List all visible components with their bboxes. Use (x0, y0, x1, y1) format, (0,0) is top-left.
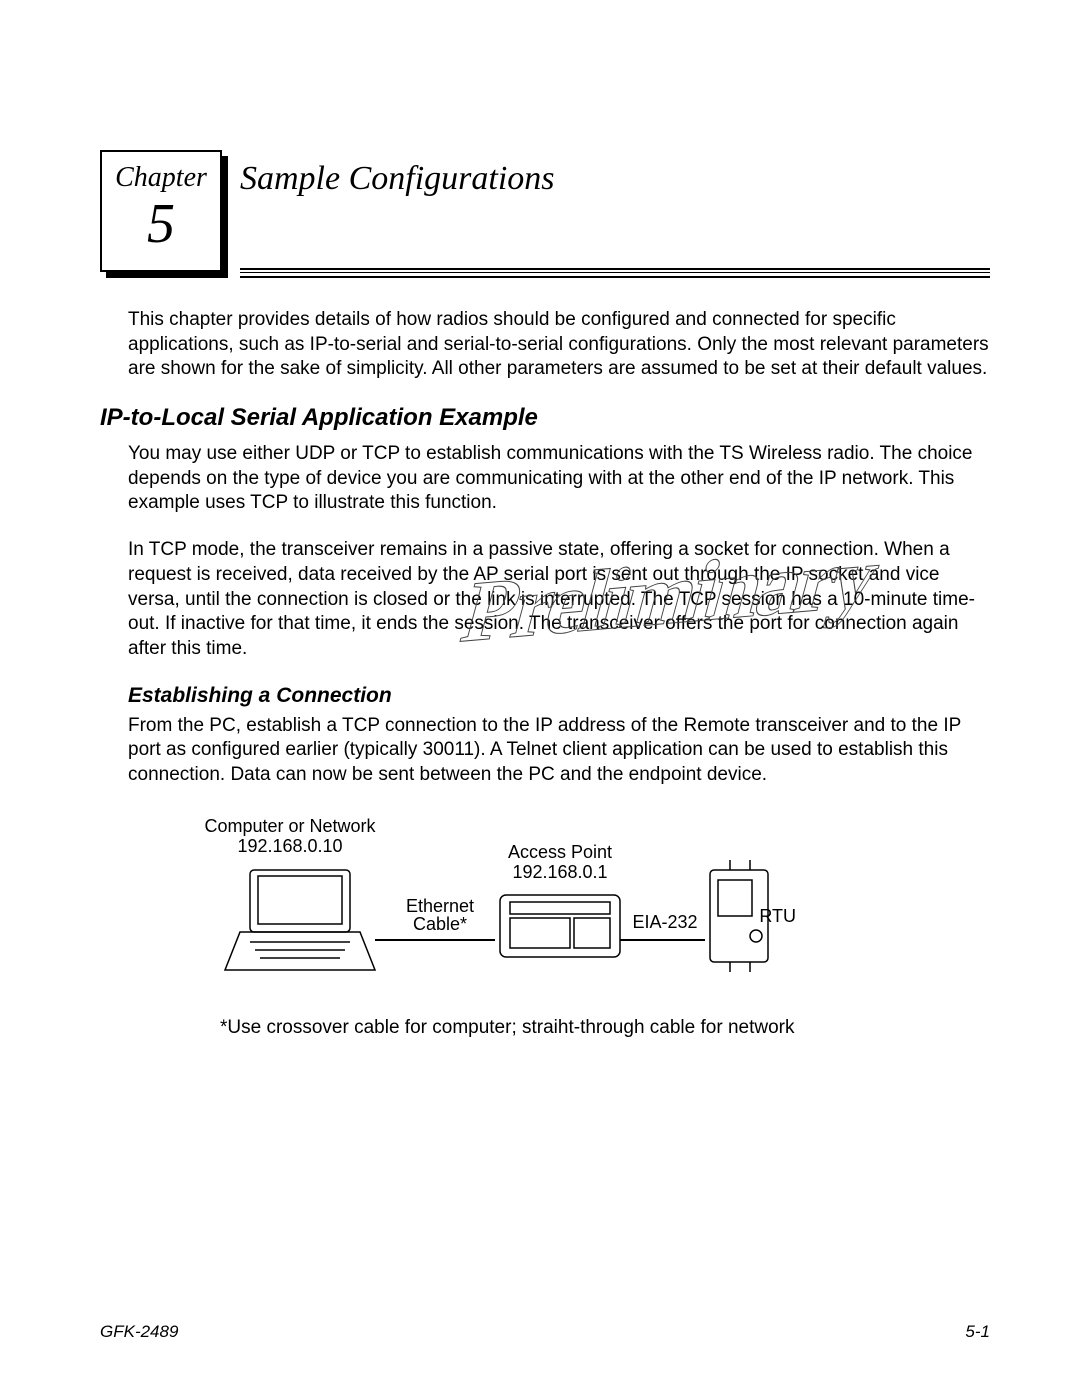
access-point-icon (500, 895, 620, 957)
computer-label: Computer or Network (204, 816, 376, 836)
rtu-label: RTU (759, 906, 796, 926)
subsection-heading-establishing: Establishing a Connection (100, 684, 990, 708)
chapter-title: Sample Configurations (240, 160, 990, 198)
ap-label: Access Point (508, 842, 612, 862)
chapter-number: 5 (147, 194, 175, 256)
ethernet-label-2: Cable* (413, 914, 467, 934)
footer-right: 5-1 (965, 1322, 990, 1342)
computer-ip: 192.168.0.10 (237, 836, 342, 856)
diagram-caption: *Use crossover cable for computer; strai… (220, 1017, 990, 1039)
section-heading-ip-to-local: IP-to-Local Serial Application Example (100, 404, 990, 432)
network-diagram: Computer or Network 192.168.0.10 Etherne… (160, 810, 990, 1005)
ethernet-label-1: Ethernet (406, 896, 474, 916)
footer-left: GFK-2489 (100, 1322, 178, 1342)
laptop-icon (225, 870, 375, 970)
page-footer: GFK-2489 5-1 (100, 1322, 990, 1342)
intro-paragraph: This chapter provides details of how rad… (100, 308, 990, 382)
ap-ip: 192.168.0.1 (512, 862, 607, 882)
chapter-header: Chapter 5 Sample Configurations (100, 150, 990, 278)
section1-p2: In TCP mode, the transceiver remains in … (100, 538, 990, 661)
chapter-label: Chapter (115, 162, 207, 194)
subsection1-p1: From the PC, establish a TCP connection … (100, 714, 990, 788)
page: Chapter 5 Sample Configurations This cha… (0, 0, 1080, 1397)
eia-label: EIA-232 (632, 912, 697, 932)
section1-p1: You may use either UDP or TCP to establi… (100, 442, 990, 516)
chapter-box: Chapter 5 (100, 150, 222, 272)
title-rule (240, 268, 990, 278)
